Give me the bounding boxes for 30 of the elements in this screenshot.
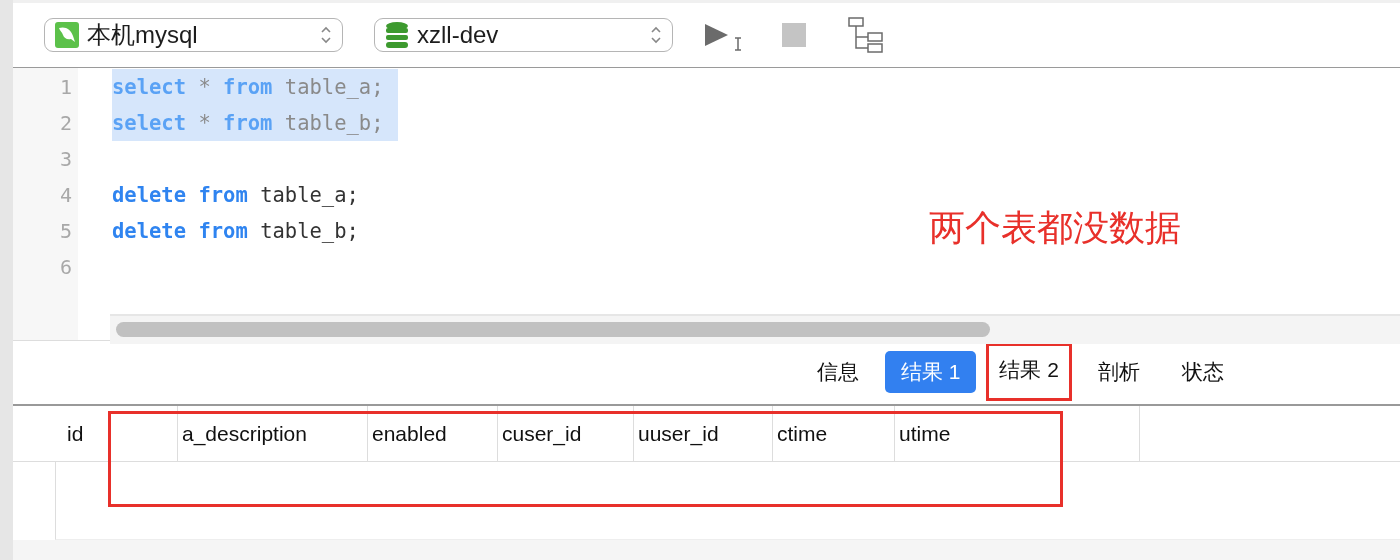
scrollbar-thumb[interactable] — [116, 322, 990, 338]
result-tab[interactable]: 结果 1 — [884, 351, 977, 394]
tree-icon[interactable] — [848, 17, 884, 54]
database-select[interactable]: xzll-dev — [374, 18, 673, 53]
code-line: delete from table_b; — [112, 218, 360, 246]
line-number: 2 — [58, 110, 73, 138]
column-header[interactable]: utime — [895, 406, 1140, 461]
annotation-text: 两个表都没数据 — [929, 206, 1181, 251]
column-header[interactable]: cuser_id — [498, 406, 634, 461]
database-icon — [385, 22, 409, 49]
connection-select[interactable]: 本机mysql — [44, 18, 343, 53]
chevron-updown-icon — [650, 25, 662, 46]
column-header[interactable]: enabled — [368, 406, 498, 461]
run-icon[interactable] — [704, 22, 744, 53]
line-number: 6 — [58, 254, 73, 282]
column-header[interactable]: a_description — [178, 406, 368, 461]
line-number: 1 — [58, 74, 73, 102]
line-number: 3 — [58, 146, 73, 174]
result-tab[interactable]: 结果 2 — [986, 343, 1072, 402]
stop-icon[interactable] — [782, 23, 806, 48]
chevron-updown-icon — [320, 25, 332, 46]
result-tab[interactable]: 状态 — [1166, 351, 1240, 394]
column-header[interactable]: uuser_id — [634, 406, 773, 461]
line-number: 4 — [58, 182, 73, 210]
column-header[interactable]: id — [55, 406, 178, 461]
result-tab[interactable]: 信息 — [800, 351, 875, 394]
code-line: delete from table_a; — [112, 182, 360, 210]
column-header[interactable]: ctime — [773, 406, 895, 461]
line-number: 5 — [58, 218, 73, 246]
result-tab[interactable]: 剖析 — [1082, 351, 1156, 394]
